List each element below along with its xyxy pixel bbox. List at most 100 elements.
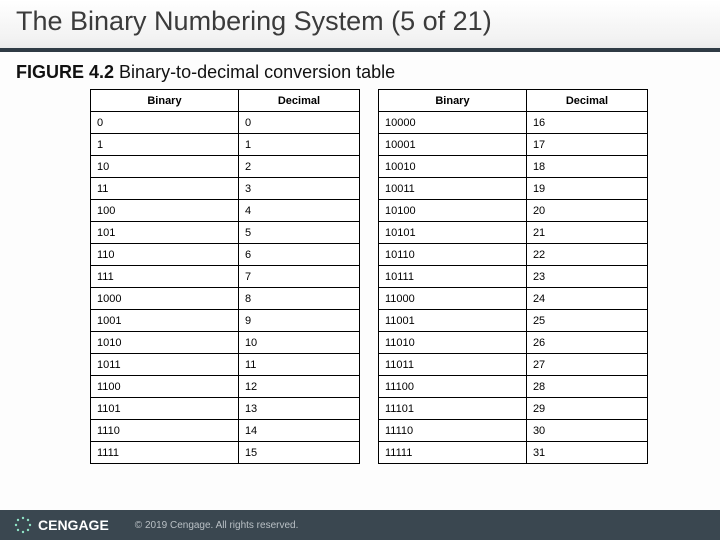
cell-binary: 1000 [91,288,239,310]
cell-binary: 1111 [91,442,239,464]
slide-title-text: The Binary Numbering System (5 of 21) [16,6,492,36]
table-row: 1101026 [379,332,648,354]
table-header-row: Binary Decimal [91,90,360,112]
cell-binary: 1100 [91,376,239,398]
table-row: 1011022 [379,244,648,266]
table-row: 1010121 [379,222,648,244]
cell-decimal: 18 [526,156,647,178]
figure-caption: FIGURE 4.2 Binary-to-decimal conversion … [0,52,720,89]
cell-decimal: 27 [526,354,647,376]
figure-label: FIGURE 4.2 [16,62,114,82]
cell-decimal: 20 [526,200,647,222]
cell-binary: 10101 [379,222,527,244]
slide-title: The Binary Numbering System (5 of 21) [0,0,720,52]
footer-bar: CENGAGE © 2019 Cengage. All rights reser… [0,510,720,540]
table-row: 1117 [91,266,360,288]
cell-decimal: 4 [238,200,359,222]
table-row: 1004 [91,200,360,222]
table-row: 1001018 [379,156,648,178]
table-row: 113 [91,178,360,200]
cell-binary: 1011 [91,354,239,376]
col-header-binary: Binary [379,90,527,112]
cell-decimal: 16 [526,112,647,134]
cell-decimal: 24 [526,288,647,310]
table-row: 1100024 [379,288,648,310]
col-header-binary: Binary [91,90,239,112]
table-row: 1110129 [379,398,648,420]
table-row: 00 [91,112,360,134]
cell-decimal: 23 [526,266,647,288]
figure-caption-text: Binary-to-decimal conversion table [119,62,395,82]
cell-decimal: 2 [238,156,359,178]
table-row: 1000117 [379,134,648,156]
table-row: 11 [91,134,360,156]
cell-decimal: 13 [238,398,359,420]
table-row: 10008 [91,288,360,310]
cell-binary: 100 [91,200,239,222]
cell-binary: 111 [91,266,239,288]
table-row: 1001119 [379,178,648,200]
cell-decimal: 30 [526,420,647,442]
cell-binary: 0 [91,112,239,134]
cell-binary: 11100 [379,376,527,398]
cell-decimal: 15 [238,442,359,464]
table-row: 1111030 [379,420,648,442]
cell-decimal: 11 [238,354,359,376]
table-row: 101111 [91,354,360,376]
cell-decimal: 12 [238,376,359,398]
table-row: 1000016 [379,112,648,134]
table-row: 111014 [91,420,360,442]
cell-decimal: 7 [238,266,359,288]
table-row: 10019 [91,310,360,332]
cell-decimal: 25 [526,310,647,332]
cell-binary: 1 [91,134,239,156]
cell-binary: 11101 [379,398,527,420]
cell-binary: 10110 [379,244,527,266]
table-row: 1110028 [379,376,648,398]
cell-binary: 11111 [379,442,527,464]
cell-binary: 11000 [379,288,527,310]
table-row: 1106 [91,244,360,266]
cell-binary: 10 [91,156,239,178]
cell-binary: 11010 [379,332,527,354]
cell-binary: 11011 [379,354,527,376]
cell-binary: 11001 [379,310,527,332]
cell-decimal: 26 [526,332,647,354]
col-header-decimal: Decimal [238,90,359,112]
cell-decimal: 8 [238,288,359,310]
cell-decimal: 6 [238,244,359,266]
table-header-row: Binary Decimal [379,90,648,112]
cell-binary: 10111 [379,266,527,288]
copyright-text: © 2019 Cengage. All rights reserved. [135,520,299,531]
cell-binary: 11 [91,178,239,200]
conversion-table-right: Binary Decimal 1000016100011710010181001… [378,89,648,464]
cell-decimal: 0 [238,112,359,134]
cell-binary: 101 [91,222,239,244]
cell-binary: 1110 [91,420,239,442]
cell-binary: 10011 [379,178,527,200]
table-row: 110113 [91,398,360,420]
brand-logo: CENGAGE [14,516,109,534]
table-row: 1010020 [379,200,648,222]
cell-decimal: 22 [526,244,647,266]
table-row: 102 [91,156,360,178]
cell-decimal: 1 [238,134,359,156]
table-row: 1100125 [379,310,648,332]
spark-icon [14,516,32,534]
cell-decimal: 3 [238,178,359,200]
table-row: 1101127 [379,354,648,376]
cell-decimal: 14 [238,420,359,442]
cell-binary: 10000 [379,112,527,134]
cell-binary: 1010 [91,332,239,354]
cell-binary: 1001 [91,310,239,332]
cell-binary: 11110 [379,420,527,442]
col-header-decimal: Decimal [526,90,647,112]
cell-decimal: 10 [238,332,359,354]
cell-decimal: 31 [526,442,647,464]
cell-decimal: 19 [526,178,647,200]
cell-binary: 10001 [379,134,527,156]
cell-binary: 110 [91,244,239,266]
table-row: 110012 [91,376,360,398]
table-row: 1015 [91,222,360,244]
cell-binary: 10010 [379,156,527,178]
